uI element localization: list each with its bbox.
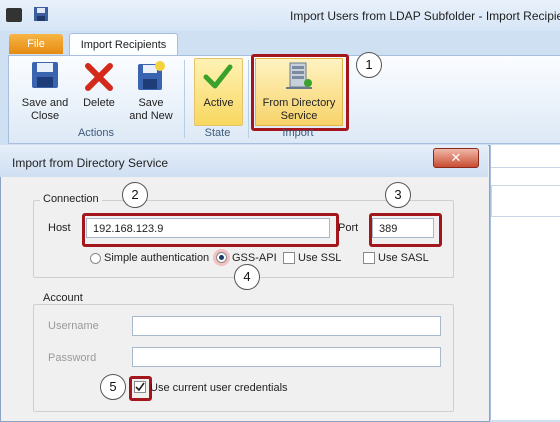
use-ssl-checkbox[interactable] (283, 252, 295, 264)
use-ssl-label: Use SSL (298, 252, 342, 264)
close-button[interactable]: ✕ (433, 148, 479, 168)
ribbon-separator (248, 60, 249, 138)
use-current-credentials-label: Use current user credentials (150, 382, 288, 394)
active-toggle-button[interactable]: Active (194, 58, 243, 126)
callout-number-4: 4 (234, 264, 260, 290)
delete-label: Delete (83, 97, 115, 109)
connection-legend: Connection (40, 193, 102, 205)
delete-button[interactable]: Delete (78, 60, 120, 126)
delete-x-icon (84, 62, 114, 92)
checkmark-icon (203, 63, 233, 91)
gss-api-label: GSS-API (232, 252, 277, 264)
title-bar: Import Users from LDAP Subfolder - Impor… (0, 0, 560, 31)
tab-file[interactable]: File (9, 34, 63, 54)
window-title: Import Users from LDAP Subfolder - Impor… (290, 9, 560, 23)
tab-import-recipients[interactable]: Import Recipients (69, 33, 178, 56)
username-label: Username (48, 320, 99, 332)
save-close-label-1: Save and (21, 97, 69, 109)
group-actions-label: Actions (77, 127, 115, 139)
callout-number-3: 3 (385, 182, 411, 208)
callout-number-2: 2 (122, 182, 148, 208)
save-new-icon (136, 60, 166, 92)
group-state-label: State (204, 127, 231, 139)
active-label: Active (203, 97, 234, 109)
callout-highlight-5 (129, 376, 152, 401)
save-icon[interactable] (33, 6, 49, 22)
host-label: Host (48, 222, 71, 234)
password-label: Password (48, 352, 97, 364)
callout-number-5: 5 (100, 374, 126, 400)
simple-auth-radio[interactable] (90, 253, 101, 264)
use-sasl-checkbox[interactable] (363, 252, 375, 264)
save-and-new-button[interactable]: Save and New (124, 60, 178, 126)
callout-highlight-2 (82, 213, 339, 247)
callout-highlight-3 (369, 213, 442, 247)
ribbon-separator (184, 60, 185, 138)
username-input[interactable] (132, 316, 441, 336)
callout-highlight-1 (251, 54, 349, 131)
password-input[interactable] (132, 347, 441, 367)
account-legend: Account (40, 292, 86, 304)
callout-number-1: 1 (356, 52, 382, 78)
save-and-close-button[interactable]: Save and Close (14, 60, 76, 126)
app-icon[interactable] (6, 8, 22, 22)
save-close-label-2: Close (30, 110, 60, 122)
simple-auth-label: Simple authentication (104, 252, 210, 264)
dialog-title: Import from Directory Service (12, 156, 169, 170)
save-new-label-2: and New (129, 110, 173, 122)
save-new-label-1: Save (138, 97, 164, 109)
port-label: Port (338, 222, 359, 234)
gss-api-radio[interactable] (216, 252, 227, 263)
use-sasl-label: Use SASL (378, 252, 429, 264)
save-close-icon (30, 60, 60, 92)
background-pane (490, 145, 560, 420)
group-import-label: Import (282, 127, 314, 139)
